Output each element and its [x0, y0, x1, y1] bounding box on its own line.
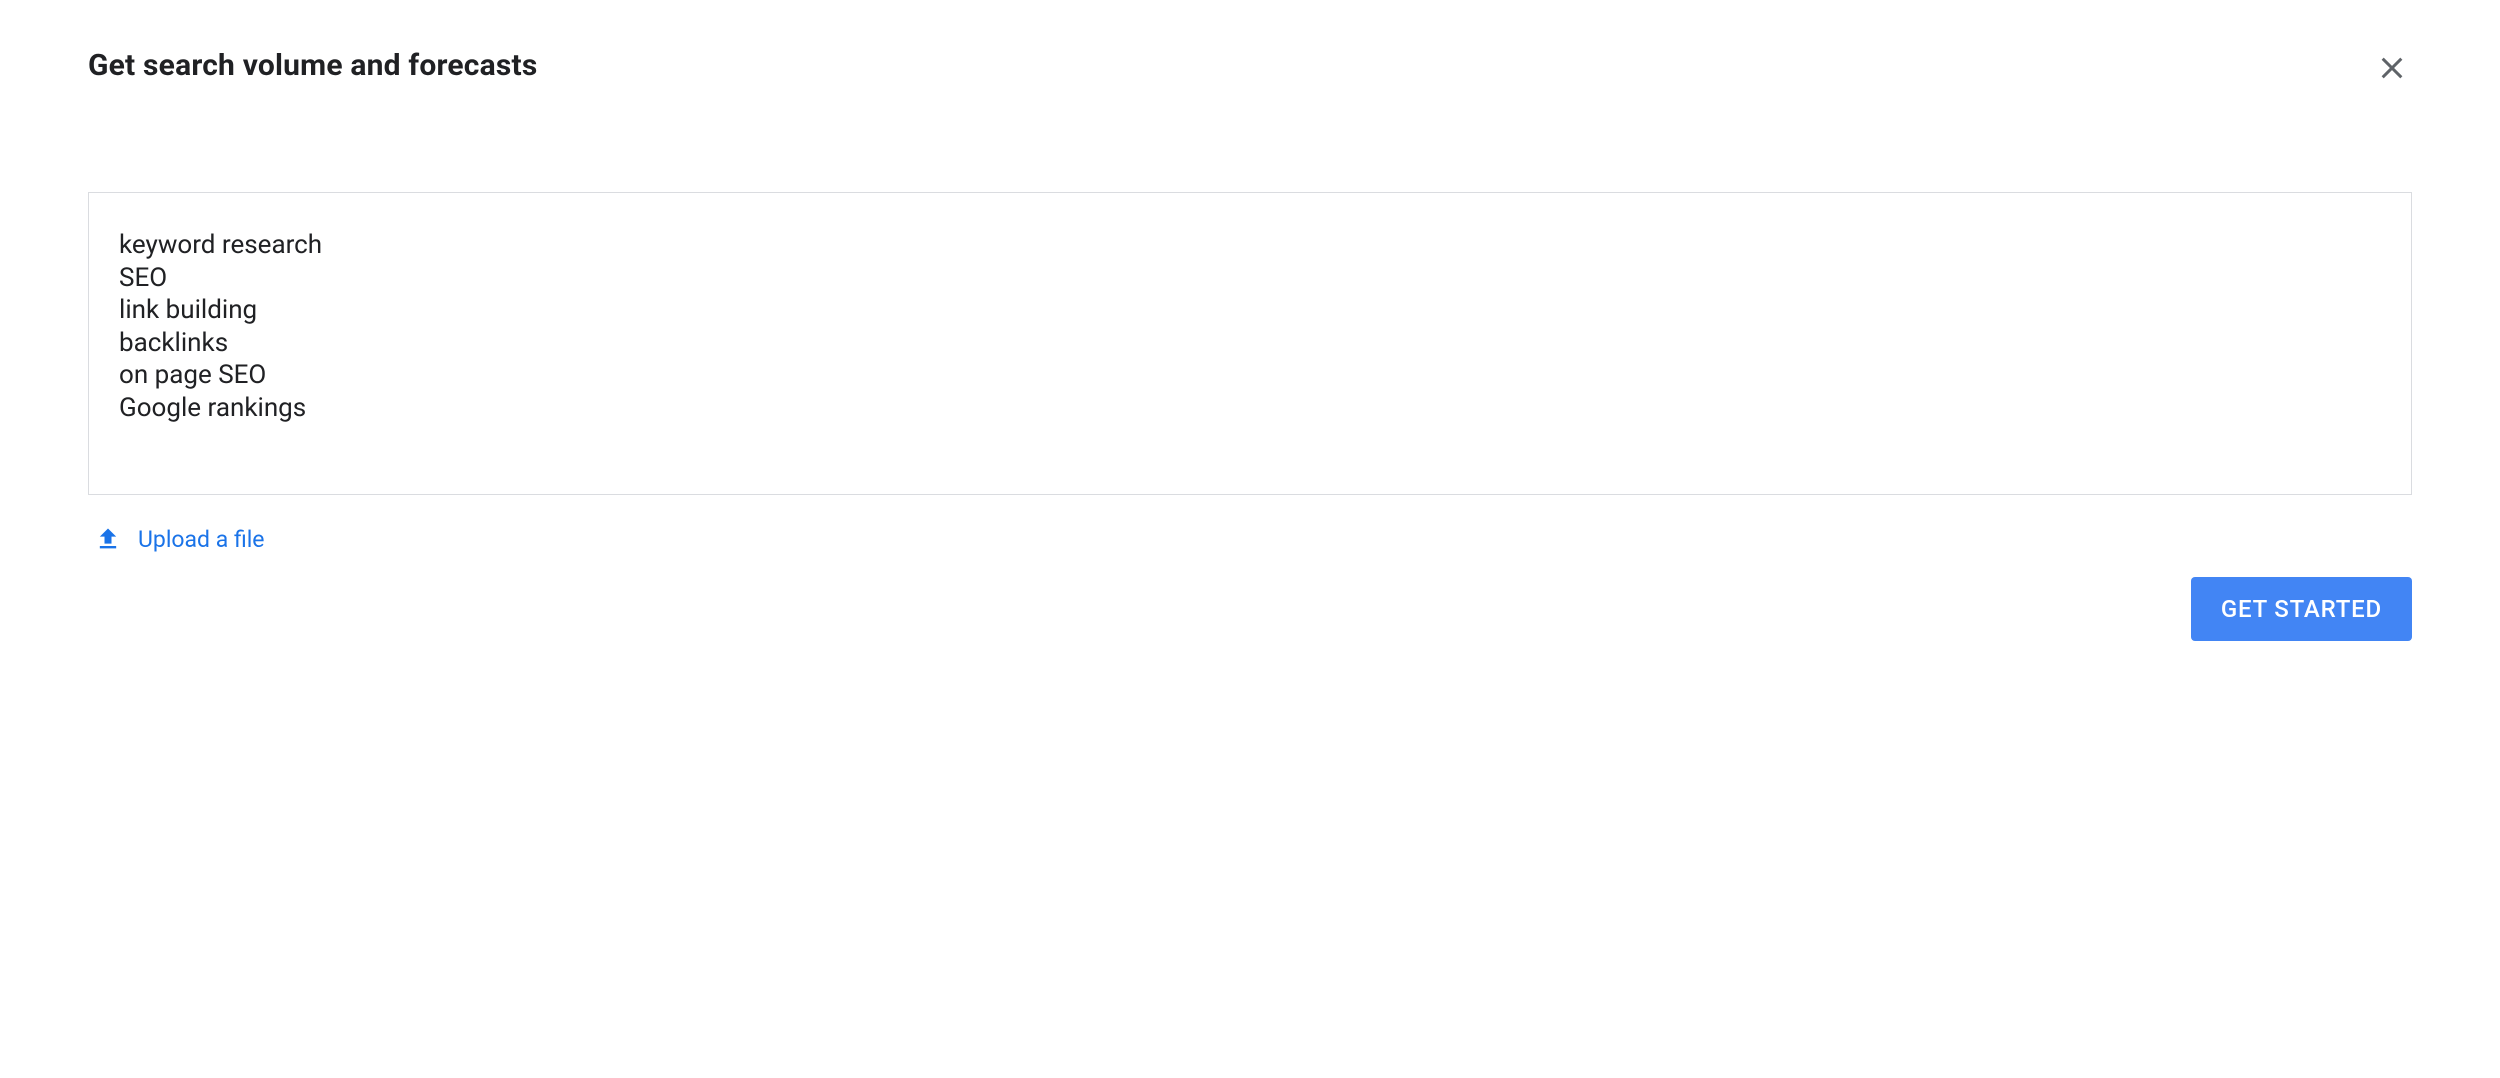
upload-icon: [94, 525, 122, 553]
footer-row: GET STARTED: [88, 577, 2412, 641]
close-button[interactable]: [2372, 48, 2412, 92]
keywords-input-wrapper[interactable]: keyword research SEO link building backl…: [88, 192, 2412, 495]
page-title: Get search volume and forecasts: [88, 48, 537, 83]
keywords-input[interactable]: keyword research SEO link building backl…: [119, 229, 2381, 424]
header-row: Get search volume and forecasts: [88, 48, 2412, 92]
close-icon: [2376, 52, 2408, 88]
upload-file-button[interactable]: Upload a file: [88, 519, 2412, 553]
dialog-container: Get search volume and forecasts keyword …: [0, 0, 2500, 681]
upload-file-label: Upload a file: [138, 526, 264, 553]
get-started-button[interactable]: GET STARTED: [2191, 577, 2412, 641]
